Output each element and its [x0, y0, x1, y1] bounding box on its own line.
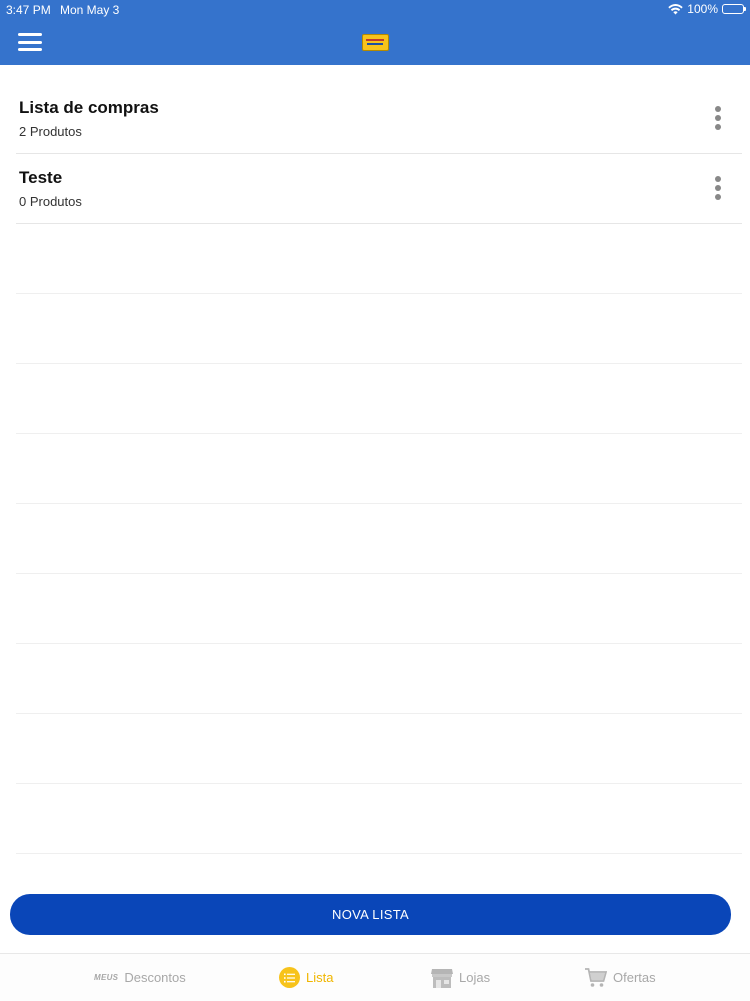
status-right: 100% [668, 2, 746, 16]
bottom-tab-bar: MEUS Descontos Lista Lojas Ofertas [0, 953, 750, 1001]
tab-descontos[interactable]: MEUS Descontos [94, 954, 186, 1001]
meus-descontos-icon: MEUS [94, 973, 119, 982]
empty-row-divider [16, 364, 742, 434]
empty-row-divider [16, 504, 742, 574]
empty-row-divider [16, 644, 742, 714]
empty-row-divider [16, 714, 742, 784]
battery-icon [722, 4, 746, 14]
empty-row-divider [16, 784, 742, 854]
status-date: Mon May 3 [60, 3, 120, 17]
list-item[interactable]: Lista de compras 2 Produtos [16, 84, 742, 154]
empty-row-divider [16, 224, 742, 294]
tab-lista[interactable]: Lista [279, 954, 333, 1001]
empty-row-divider [16, 434, 742, 504]
tab-lojas[interactable]: Lojas [431, 954, 490, 1001]
list-title: Lista de compras [19, 98, 159, 117]
tab-label: Lista [306, 970, 334, 985]
status-time: 3:47 PM [6, 3, 51, 17]
list-product-count: 2 Produtos [19, 124, 82, 139]
shopping-lists: Lista de compras 2 Produtos Teste 0 Prod… [16, 84, 742, 854]
tab-label: Descontos [124, 970, 186, 985]
dia-logo-icon [362, 34, 389, 51]
cart-icon [585, 967, 607, 987]
tab-ofertas[interactable]: Ofertas [585, 954, 656, 1001]
tab-label: Lojas [459, 970, 491, 985]
more-options-icon[interactable] [714, 106, 722, 132]
list-title: Teste [19, 168, 63, 187]
new-list-button[interactable]: NOVA LISTA [10, 894, 731, 935]
list-icon [279, 967, 300, 988]
empty-row-divider [16, 294, 742, 364]
hamburger-icon[interactable] [18, 33, 42, 51]
tab-label: Ofertas [613, 970, 656, 985]
empty-row-divider [16, 574, 742, 644]
more-options-icon[interactable] [714, 176, 722, 202]
wifi-icon [668, 3, 683, 14]
store-icon [431, 968, 453, 988]
list-product-count: 0 Produtos [19, 194, 82, 209]
list-item[interactable]: Teste 0 Produtos [16, 154, 742, 224]
app-header: 3:47 PM Mon May 3 100% [0, 0, 750, 65]
status-bar: 3:47 PM Mon May 3 100% [0, 0, 750, 20]
battery-percentage: 100% [687, 2, 718, 16]
